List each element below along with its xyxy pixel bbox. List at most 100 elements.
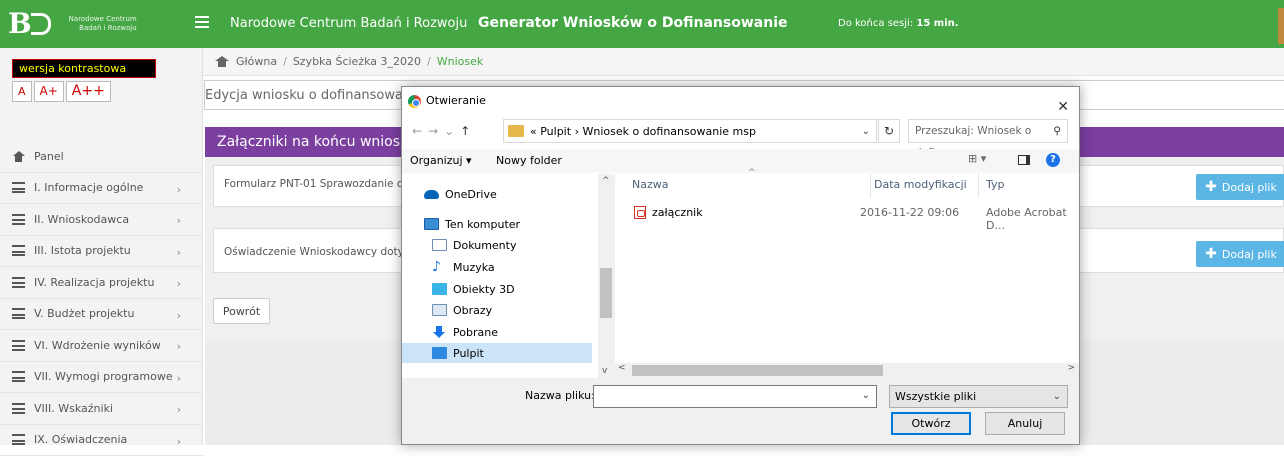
tree-item-label: Muzyka bbox=[453, 261, 495, 274]
file-modified: 2016-11-22 09:06 bbox=[860, 206, 959, 219]
sidebar-item-applicant[interactable]: II. Wnioskodawca › bbox=[0, 204, 203, 236]
address-segment-desktop[interactable]: Pulpit bbox=[540, 125, 571, 138]
forward-arrow-icon[interactable]: → bbox=[428, 124, 444, 138]
home-icon[interactable] bbox=[215, 56, 229, 67]
list-icon bbox=[12, 340, 25, 351]
tree-item-documents[interactable]: Dokumenty bbox=[432, 235, 614, 255]
column-divider[interactable] bbox=[978, 174, 979, 198]
org-name: Narodowe Centrum Badań i Rozwoju bbox=[230, 16, 467, 31]
font-size-medium-button[interactable]: A+ bbox=[34, 81, 64, 102]
font-size-controls: A A+ A++ bbox=[12, 81, 111, 102]
address-arrow[interactable]: › bbox=[575, 125, 579, 138]
add-file-button[interactable]: ✚ Dodaj plik bbox=[1196, 174, 1284, 200]
font-size-small-button[interactable]: A bbox=[12, 81, 32, 102]
add-file-label: Dodaj plik bbox=[1222, 248, 1277, 261]
tree-item-label: Obiekty 3D bbox=[453, 283, 515, 296]
add-file-button[interactable]: ✚ Dodaj plik bbox=[1196, 241, 1284, 267]
view-options-icon[interactable]: ⊞ ▾ bbox=[968, 152, 986, 165]
scroll-up-arrow[interactable]: ^ bbox=[602, 176, 610, 186]
chevron-right-icon: › bbox=[177, 403, 181, 416]
scroll-down-arrow[interactable]: v bbox=[602, 366, 607, 376]
sidebar-item-general-info[interactable]: I. Informacje ogólne › bbox=[0, 173, 203, 205]
pictures-icon bbox=[432, 304, 447, 316]
column-divider[interactable] bbox=[870, 174, 871, 198]
sidebar-item-label: III. Istota projektu bbox=[34, 244, 131, 257]
recent-locations-icon[interactable]: ⌄ bbox=[444, 124, 460, 138]
dialog-toolbar: Organizuj ▾ Nowy folder ⊞ ▾ ? bbox=[402, 149, 1079, 173]
ncbr-logo[interactable]: B Narodowe Centrum Badań i Rozwoju bbox=[8, 6, 192, 42]
file-list-hscrollbar[interactable]: < > bbox=[614, 363, 1079, 378]
preview-pane-icon[interactable] bbox=[1018, 155, 1030, 165]
refresh-icon[interactable]: ↻ bbox=[878, 119, 900, 143]
address-segment-folder[interactable]: Wniosek o dofinansowanie msp bbox=[582, 125, 755, 138]
file-name: załącznik bbox=[652, 206, 703, 219]
hamburger-menu-icon[interactable] bbox=[195, 16, 209, 28]
address-bar[interactable]: « Pulpit › Wniosek o dofinansowanie msp … bbox=[503, 119, 877, 143]
tree-item-downloads[interactable]: Pobrane bbox=[432, 322, 614, 342]
contrast-version-button[interactable]: wersja kontrastowa bbox=[12, 59, 156, 78]
scrollbar-thumb[interactable] bbox=[632, 365, 883, 376]
sidebar-item-project-essence[interactable]: III. Istota projektu › bbox=[0, 236, 203, 268]
sort-caret-icon: ^ bbox=[748, 168, 756, 178]
up-arrow-icon[interactable]: ↑ bbox=[460, 124, 476, 138]
cancel-button[interactable]: Anuluj bbox=[985, 412, 1065, 435]
scrollbar-thumb[interactable] bbox=[600, 268, 612, 318]
new-folder-button[interactable]: Nowy folder bbox=[496, 154, 562, 167]
dialog-footer: Nazwa pliku: ⌄ Wszystkie pliki ⌄ Otwórz … bbox=[402, 378, 1079, 444]
back-arrow-icon[interactable]: ← bbox=[412, 124, 428, 138]
back-button[interactable]: Powrót bbox=[213, 298, 270, 324]
dialog-title-bar[interactable]: Otwieranie ✕ bbox=[402, 87, 1079, 115]
sidebar-item-label: VI. Wdrożenie wyników bbox=[34, 339, 161, 352]
sidebar-item-implementation[interactable]: VI. Wdrożenie wyników › bbox=[0, 330, 203, 362]
desktop-icon bbox=[432, 347, 447, 359]
nav-arrows: ←→⌄↑ bbox=[412, 124, 476, 138]
sidebar-item-panel[interactable]: Panel bbox=[0, 141, 203, 173]
breadcrumb-call[interactable]: Szybka Ścieżka 3_2020 bbox=[293, 55, 421, 68]
list-icon bbox=[12, 245, 25, 256]
chevron-right-icon: › bbox=[177, 340, 181, 353]
address-prefix: « bbox=[530, 125, 537, 138]
session-value: 15 min. bbox=[916, 18, 958, 29]
column-header-type[interactable]: Typ bbox=[986, 178, 1005, 191]
sidebar-item-project-execution[interactable]: IV. Realizacja projektu › bbox=[0, 267, 203, 299]
file-type-select[interactable]: Wszystkie pliki ⌄ bbox=[889, 385, 1068, 408]
attachment-label: Formularz PNT-01 Sprawozdanie o dzi bbox=[224, 178, 422, 190]
open-button[interactable]: Otwórz bbox=[891, 412, 971, 435]
onedrive-icon bbox=[424, 190, 439, 199]
logo-mark-r bbox=[31, 13, 51, 35]
user-menu-edge[interactable] bbox=[1278, 8, 1284, 44]
navigation-scrollbar[interactable]: ^ v bbox=[598, 174, 615, 378]
tree-item-3d-objects[interactable]: Obiekty 3D bbox=[432, 279, 614, 299]
sidebar-item-program-requirements[interactable]: VII. Wymogi programowe › bbox=[0, 362, 203, 394]
tree-item-desktop[interactable]: Pulpit bbox=[402, 343, 592, 363]
sidebar-item-indicators[interactable]: VIII. Wskaźniki › bbox=[0, 393, 203, 425]
scroll-right-arrow[interactable]: > bbox=[1067, 363, 1075, 373]
sidebar-item-label: IV. Realizacja projektu bbox=[34, 276, 154, 289]
tree-item-music[interactable]: ♪ Muzyka bbox=[432, 257, 614, 277]
help-icon[interactable]: ? bbox=[1046, 153, 1060, 167]
column-header-name[interactable]: Nazwa bbox=[632, 178, 668, 191]
chevron-right-icon: › bbox=[177, 183, 181, 196]
file-type-value: Wszystkie pliki bbox=[895, 390, 976, 403]
folder-icon bbox=[508, 125, 524, 137]
add-file-label: Dodaj plik bbox=[1222, 181, 1277, 194]
filename-input[interactable]: ⌄ bbox=[593, 385, 877, 408]
file-list-item[interactable]: załącznik 2016-11-22 09:06 Adobe Acrobat… bbox=[632, 204, 1079, 222]
tree-item-pictures[interactable]: Obrazy bbox=[432, 300, 614, 320]
tree-item-onedrive[interactable]: OneDrive bbox=[424, 184, 614, 204]
tree-item-this-pc[interactable]: Ten komputer bbox=[424, 214, 614, 234]
scroll-left-arrow[interactable]: < bbox=[618, 363, 626, 373]
chevron-down-icon[interactable]: ⌄ bbox=[862, 390, 870, 401]
sidebar-item-declarations[interactable]: IX. Oświadczenia › bbox=[0, 425, 203, 456]
search-input[interactable]: Przeszukaj: Wniosek o dofina... ⚲ bbox=[908, 119, 1068, 143]
downloads-icon bbox=[432, 326, 447, 338]
3d-objects-icon bbox=[432, 283, 447, 295]
sidebar-item-budget[interactable]: V. Budżet projektu › bbox=[0, 299, 203, 331]
organize-button[interactable]: Organizuj ▾ bbox=[410, 154, 472, 167]
chevron-down-icon[interactable]: ⌄ bbox=[862, 126, 870, 137]
column-header-modified[interactable]: Data modyfikacji bbox=[874, 178, 967, 191]
breadcrumb-home[interactable]: Główna bbox=[236, 55, 277, 68]
navigation-pane: OneDrive Ten komputer Dokumenty ♪ Muzyka… bbox=[402, 174, 614, 378]
font-size-large-button[interactable]: A++ bbox=[66, 81, 111, 102]
attachment-label: Oświadczenie Wnioskodawcy dotyczą bbox=[224, 246, 422, 258]
